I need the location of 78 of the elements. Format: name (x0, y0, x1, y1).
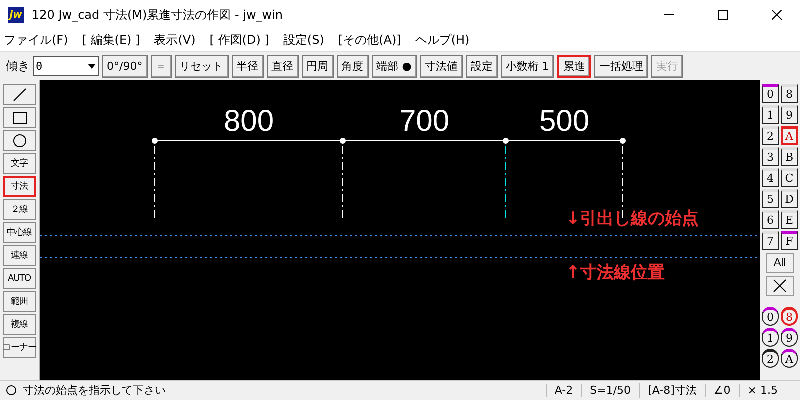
group-button[interactable]: 9 (781, 328, 798, 347)
menu-item[interactable]: [ 編集(E) ] (82, 32, 140, 49)
status-message: 寸法の始点を指示して下さい (23, 383, 166, 398)
line-icon (12, 88, 26, 102)
toolbar-button[interactable]: 0°/90° (102, 54, 148, 78)
group-button[interactable]: 2 (762, 349, 779, 368)
all-layers-button[interactable]: All (766, 253, 794, 273)
circle-icon (12, 134, 26, 148)
maximize-icon (718, 10, 728, 20)
toolbar-button[interactable]: 角度 (336, 54, 369, 78)
layer-button[interactable]: 8 (781, 84, 798, 103)
menu-item[interactable]: [その他(A)] (338, 32, 402, 49)
annotation-text: ↑寸法線位置 (566, 263, 666, 283)
clear-button[interactable] (766, 276, 794, 296)
rectangle-icon (12, 112, 26, 124)
menu-item[interactable]: ファイル(F) (4, 32, 68, 49)
layer-button[interactable]: 2 (762, 126, 779, 145)
toolbar-button[interactable]: 寸法値 (420, 54, 463, 78)
status-cell: A-2 (546, 384, 582, 397)
app-logo: jw (8, 7, 24, 23)
group-button[interactable]: 1 (762, 328, 779, 347)
toolbar-button[interactable]: 円周 (302, 54, 334, 78)
group-button[interactable]: 8 (781, 307, 798, 326)
layer-button[interactable]: A (781, 126, 798, 145)
menu-item[interactable]: [ 作図(D) ] (210, 32, 270, 49)
tool-button[interactable] (3, 130, 36, 151)
tool-button[interactable]: 範囲 (3, 291, 36, 312)
toolbar-button[interactable]: 直径 (266, 54, 299, 78)
menu-item[interactable]: 表示(V) (154, 32, 196, 49)
status-cell: S=1/50 (581, 384, 640, 397)
toolbar-button[interactable]: 一括処理 (594, 54, 648, 78)
dropdown-arrow-icon (88, 64, 96, 68)
group-button[interactable]: A (781, 349, 798, 368)
tool-button[interactable]: 複線 (3, 314, 36, 335)
toolbar-button[interactable]: 端部 ● (372, 54, 417, 78)
circle-icon (6, 385, 17, 396)
close-icon (773, 279, 787, 293)
layer-button[interactable]: 5 (762, 189, 779, 208)
tool-button[interactable] (3, 84, 36, 105)
tool-button[interactable]: 文字 (3, 153, 36, 174)
layer-button[interactable]: C (781, 168, 798, 187)
layer-button[interactable]: F (781, 231, 798, 250)
layer-button[interactable]: 1 (762, 105, 779, 124)
status-cell: [A-8]寸法 (639, 383, 705, 398)
layer-button[interactable]: E (781, 210, 798, 229)
layer-button[interactable]: 7 (762, 231, 779, 250)
tool-button[interactable]: ２線 (3, 199, 36, 220)
dimension-value: 800 (224, 105, 274, 138)
tool-button[interactable]: 連線 (3, 245, 36, 266)
layer-button[interactable]: D (781, 189, 798, 208)
toolbar-button[interactable]: 設定 (466, 54, 498, 78)
layer-button[interactable]: B (781, 147, 798, 166)
window-title: 120 Jw_cad 寸法(M)累進寸法の作図 - jw_win (32, 6, 284, 24)
layer-button[interactable]: 9 (781, 105, 798, 124)
angle-dropdown[interactable]: 0 (33, 56, 99, 76)
toolbar-button[interactable]: 小数桁 1 (500, 54, 554, 78)
layer-button[interactable]: 0 (762, 84, 779, 103)
layer-button[interactable]: 6 (762, 210, 779, 229)
layer-button[interactable]: 4 (762, 168, 779, 187)
tool-button[interactable]: 寸法 (3, 176, 36, 197)
menu-item[interactable]: ヘルプ(H) (415, 32, 470, 49)
status-cell: ∠0 (704, 384, 739, 397)
close-icon (772, 10, 782, 20)
layer-button[interactable]: 3 (762, 147, 779, 166)
tool-button[interactable]: コーナー (3, 337, 36, 358)
angle-label: 傾き (6, 58, 30, 74)
dimension-value: 500 (539, 105, 590, 138)
group-button[interactable]: 0 (762, 307, 779, 326)
toolbar-button[interactable]: 半径 (232, 54, 264, 78)
tool-button[interactable]: AUTO (3, 268, 36, 289)
annotation-text: ↓引出し線の始点 (566, 209, 700, 229)
dimension-value: 700 (399, 105, 450, 138)
toolbar-button[interactable]: 累進 (557, 54, 592, 78)
status-cell: × 1.5 (738, 384, 786, 397)
menu-item[interactable]: 設定(S) (283, 32, 324, 49)
tool-button[interactable]: 中心線 (3, 222, 36, 243)
tool-button[interactable] (3, 107, 36, 128)
toolbar-button[interactable]: リセット (174, 54, 229, 78)
